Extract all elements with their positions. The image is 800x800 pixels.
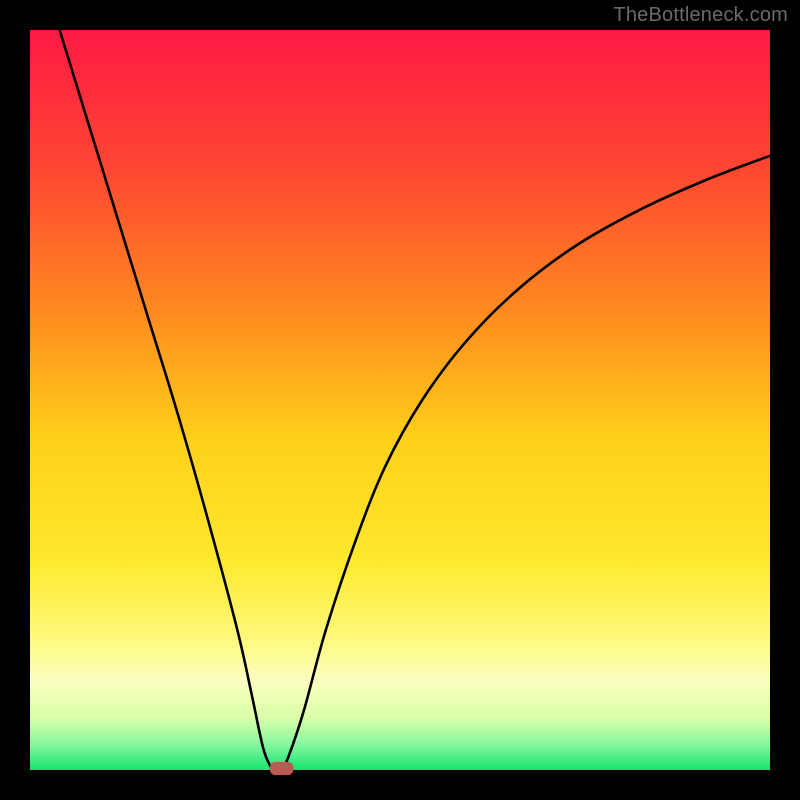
watermark-text: TheBottleneck.com — [613, 4, 788, 27]
frame: TheBottleneck.com — [0, 0, 800, 800]
bottleneck-curve — [60, 30, 770, 771]
chart-overlay — [30, 30, 770, 770]
optimum-marker — [270, 762, 294, 775]
plot-area — [30, 30, 770, 770]
